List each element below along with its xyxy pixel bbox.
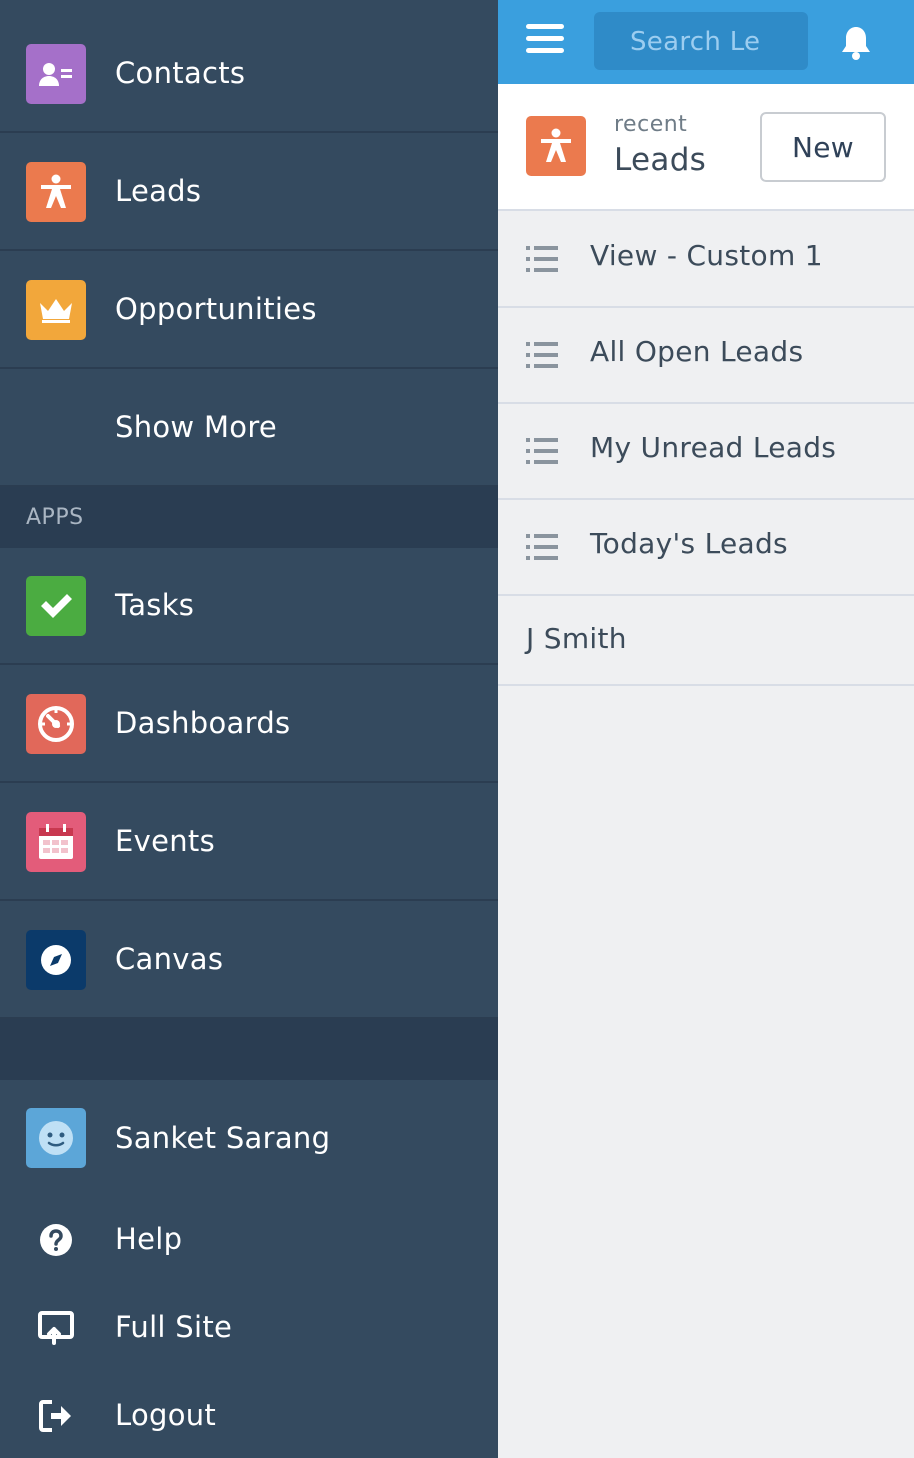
- crown-icon: [26, 280, 86, 340]
- sidebar-item-label: Tasks: [115, 588, 195, 622]
- checkmark-icon: [26, 576, 86, 636]
- recent-record-item[interactable]: J Smith: [498, 596, 914, 686]
- logout-icon: [36, 1396, 76, 1436]
- sidebar-item-tasks[interactable]: Tasks: [0, 547, 498, 665]
- sidebar-item-label: Canvas: [115, 942, 224, 976]
- search-placeholder: Search Leads: [630, 27, 760, 57]
- sidebar-item-label: Dashboards: [115, 706, 291, 740]
- sidebar-item-label: Help: [115, 1222, 183, 1256]
- navigation-sidebar: Contacts Leads Opportunities Show More A…: [0, 0, 498, 1458]
- user-name: Sanket Sarang: [115, 1121, 331, 1155]
- sidebar-item-dashboards[interactable]: Dashboards: [0, 665, 498, 783]
- lead-person-icon: [26, 162, 86, 222]
- list-view-item[interactable]: All Open Leads: [498, 308, 914, 404]
- list-view-label: My Unread Leads: [590, 431, 837, 464]
- sidebar-item-opportunities[interactable]: Opportunities: [0, 251, 498, 369]
- leads-panel: Search Leads recent Leads New View - Cus…: [498, 0, 914, 1458]
- avatar-face-icon: [26, 1108, 86, 1168]
- sidebar-item-events[interactable]: Events: [0, 783, 498, 901]
- list-view-label: View - Custom 1: [590, 239, 823, 272]
- contact-card-icon: [26, 44, 86, 104]
- sidebar-item-show-more[interactable]: Show More: [0, 369, 498, 487]
- list-view-label: Today's Leads: [590, 527, 788, 560]
- list-view-icon: [526, 246, 558, 272]
- page-title: Leads: [614, 142, 707, 178]
- apps-heading: APPS: [26, 505, 84, 530]
- compass-icon: [26, 930, 86, 990]
- object-header: recent Leads New: [498, 84, 914, 211]
- gauge-icon: [26, 694, 86, 754]
- apps-section-header: APPS: [0, 487, 498, 548]
- help-question-icon: [36, 1220, 76, 1260]
- notification-bell-icon[interactable]: [838, 24, 876, 62]
- sidebar-item-label: Logout: [115, 1398, 217, 1432]
- list-view-icon: [526, 342, 558, 368]
- top-bar: Search Leads: [498, 0, 914, 84]
- list-view-icon: [526, 438, 558, 464]
- full-site-icon: [36, 1308, 76, 1348]
- sidebar-item-full-site[interactable]: Full Site: [0, 1284, 498, 1372]
- record-name: J Smith: [526, 622, 627, 655]
- lead-person-icon: [526, 116, 586, 176]
- list-view-item[interactable]: Today's Leads: [498, 500, 914, 596]
- sidebar-item-label: Opportunities: [115, 292, 317, 326]
- list-view-item[interactable]: My Unread Leads: [498, 404, 914, 500]
- sidebar-item-label: Events: [115, 824, 215, 858]
- calendar-icon: [26, 812, 86, 872]
- sidebar-item-help[interactable]: Help: [0, 1196, 498, 1284]
- header-subtitle: recent: [614, 112, 688, 137]
- sidebar-item-logout[interactable]: Logout: [0, 1372, 498, 1458]
- sidebar-item-leads[interactable]: Leads: [0, 133, 498, 251]
- sidebar-item-label: Show More: [115, 410, 278, 444]
- sidebar-item-label: Full Site: [115, 1310, 233, 1344]
- sidebar-item-contacts[interactable]: Contacts: [0, 15, 498, 133]
- new-lead-button[interactable]: New: [760, 112, 886, 182]
- sidebar-item-canvas[interactable]: Canvas: [0, 901, 498, 1019]
- sidebar-item-label: Leads: [115, 174, 202, 208]
- list-view-item[interactable]: View - Custom 1: [498, 212, 914, 308]
- sidebar-item-label: Contacts: [115, 56, 246, 90]
- sidebar-divider: [0, 1019, 498, 1080]
- list-view-icon: [526, 534, 558, 560]
- search-input[interactable]: Search Leads: [594, 12, 808, 70]
- sidebar-item-user-profile[interactable]: Sanket Sarang: [0, 1079, 498, 1197]
- hamburger-menu-icon[interactable]: [526, 24, 566, 60]
- list-view-label: All Open Leads: [590, 335, 804, 368]
